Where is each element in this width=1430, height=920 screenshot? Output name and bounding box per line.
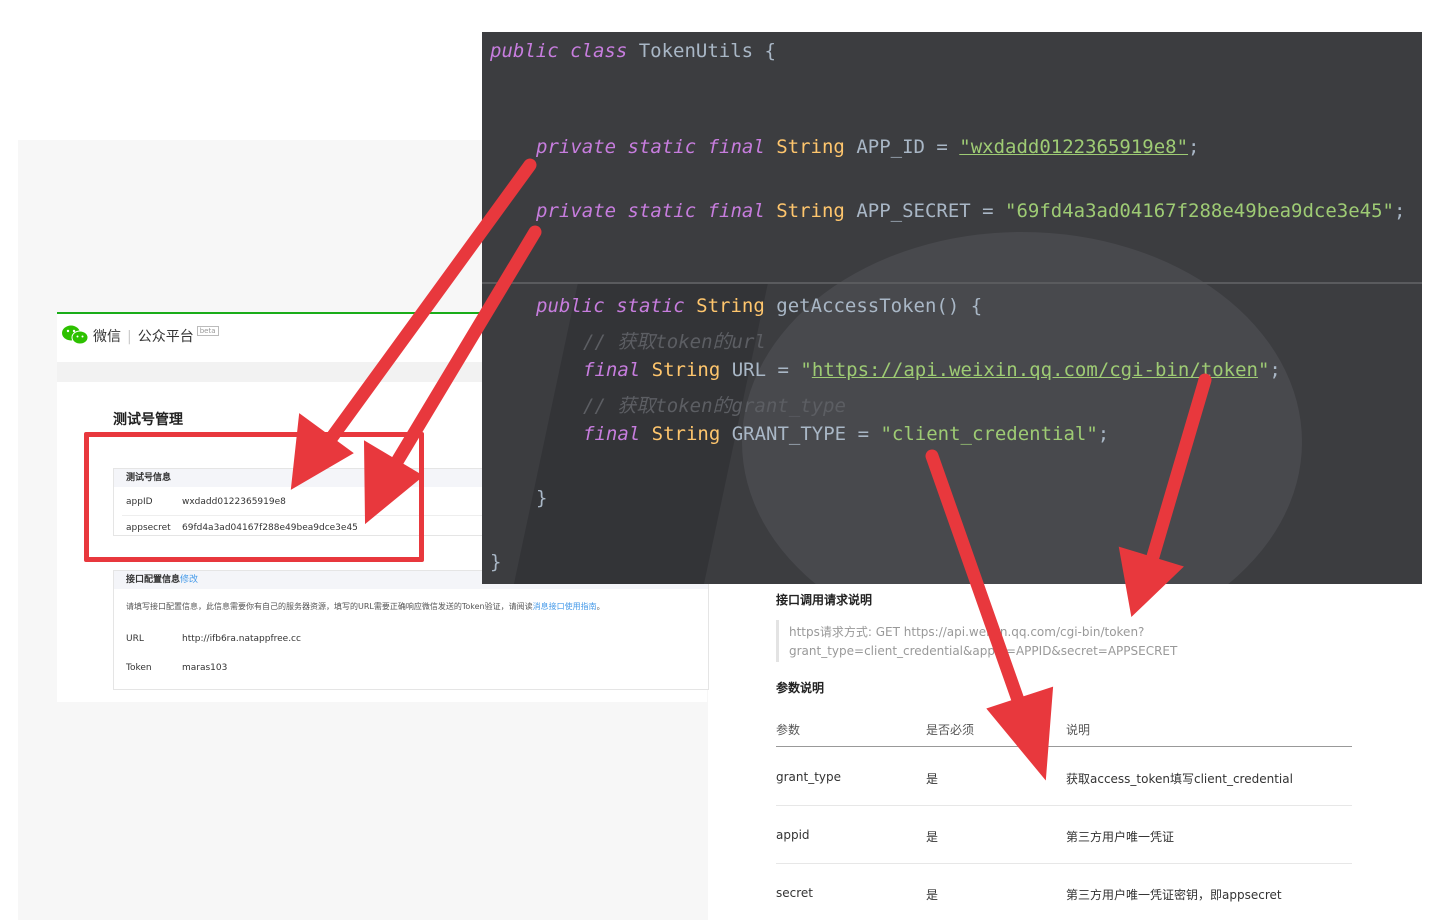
access-token-doc: 接口调用请求说明 https请求方式: GET https://api.weix… [776, 584, 1352, 920]
table-row-desc: 第三方用户唯一凭证密钥，即appsecret [1066, 888, 1282, 902]
wechat-logo-icon [62, 325, 89, 345]
code-line-app-id: private static final String APP_ID = "wx… [536, 136, 1200, 158]
brand-wechat: 微信 [93, 329, 121, 345]
code-comment-grant: // 获取token的grant_type [583, 395, 846, 417]
table-row-param: grant_type [776, 770, 842, 784]
code-comment-url: // 获取token的url [583, 331, 766, 353]
beta-badge: beta [196, 326, 219, 336]
params-heading: 参数说明 [776, 681, 825, 695]
request-quote: https请求方式: GET https://api.weixin.qq.com… [776, 620, 1355, 662]
config-hint-end: 。 [596, 602, 605, 611]
table-row-param: secret [776, 886, 813, 900]
table-row-desc: 第三方用户唯一凭证 [1066, 830, 1175, 844]
col-desc-header: 说明 [1066, 723, 1091, 737]
request-line-2: grant_type=client_credential&appid=APPID… [789, 644, 1178, 658]
config-hint-text: 请填写接口配置信息，此信息需要你有自己的服务器资源，填写的URL需要正确响应微信… [126, 602, 533, 611]
code-line-url: final String URL = "https://api.weixin.q… [583, 359, 1281, 381]
code-editor[interactable]: public class TokenUtils { private static… [482, 32, 1422, 584]
request-line-1: https请求方式: GET https://api.weixin.qq.com… [789, 625, 1145, 639]
code-line-app-secret: private static final String APP_SECRET =… [536, 200, 1406, 222]
code-line-grant-type: final String GRANT_TYPE = "client_creden… [583, 423, 1110, 445]
config-hint: 请填写接口配置信息，此信息需要你有自己的服务器资源，填写的URL需要正确响应微信… [126, 601, 605, 612]
editor-divider [482, 282, 1422, 284]
edit-link[interactable]: 修改 [180, 575, 198, 585]
code-line-class: public class TokenUtils { [490, 40, 776, 62]
code-close-class: } [490, 551, 502, 573]
token-label: Token [126, 663, 152, 673]
wechat-brand[interactable]: 微信 | 公众平台 beta [93, 326, 219, 346]
row-divider [776, 863, 1352, 864]
url-value: http://ifb6ra.natappfree.cc [182, 634, 301, 644]
code-line-method: public static String getAccessToken() { [536, 295, 983, 317]
table-row-required: 是 [926, 830, 939, 844]
interface-config-box: 接口配置信息修改 请填写接口配置信息，此信息需要你有自己的服务器资源，填写的UR… [113, 570, 709, 690]
table-row-desc: 获取access_token填写client_credential [1066, 772, 1293, 786]
token-value: maras103 [182, 663, 228, 673]
col-required-header: 是否必须 [926, 723, 975, 737]
message-api-guide-link[interactable]: 消息接口使用指南 [533, 602, 597, 611]
page-title: 测试号管理 [113, 412, 183, 428]
url-label: URL [126, 634, 144, 644]
table-row-param: appid [776, 828, 810, 842]
table-row-required: 是 [926, 888, 939, 902]
col-param-header: 参数 [776, 723, 801, 737]
appid-highlight-box [84, 432, 424, 562]
table-row-required: 是 [926, 772, 939, 786]
row-divider [776, 805, 1352, 806]
brand-platform: 公众平台 [137, 329, 194, 345]
interface-config-title: 接口配置信息 [126, 575, 181, 585]
request-heading: 接口调用请求说明 [776, 593, 873, 607]
header-divider [776, 746, 1352, 747]
code-close-method: } [536, 487, 548, 509]
